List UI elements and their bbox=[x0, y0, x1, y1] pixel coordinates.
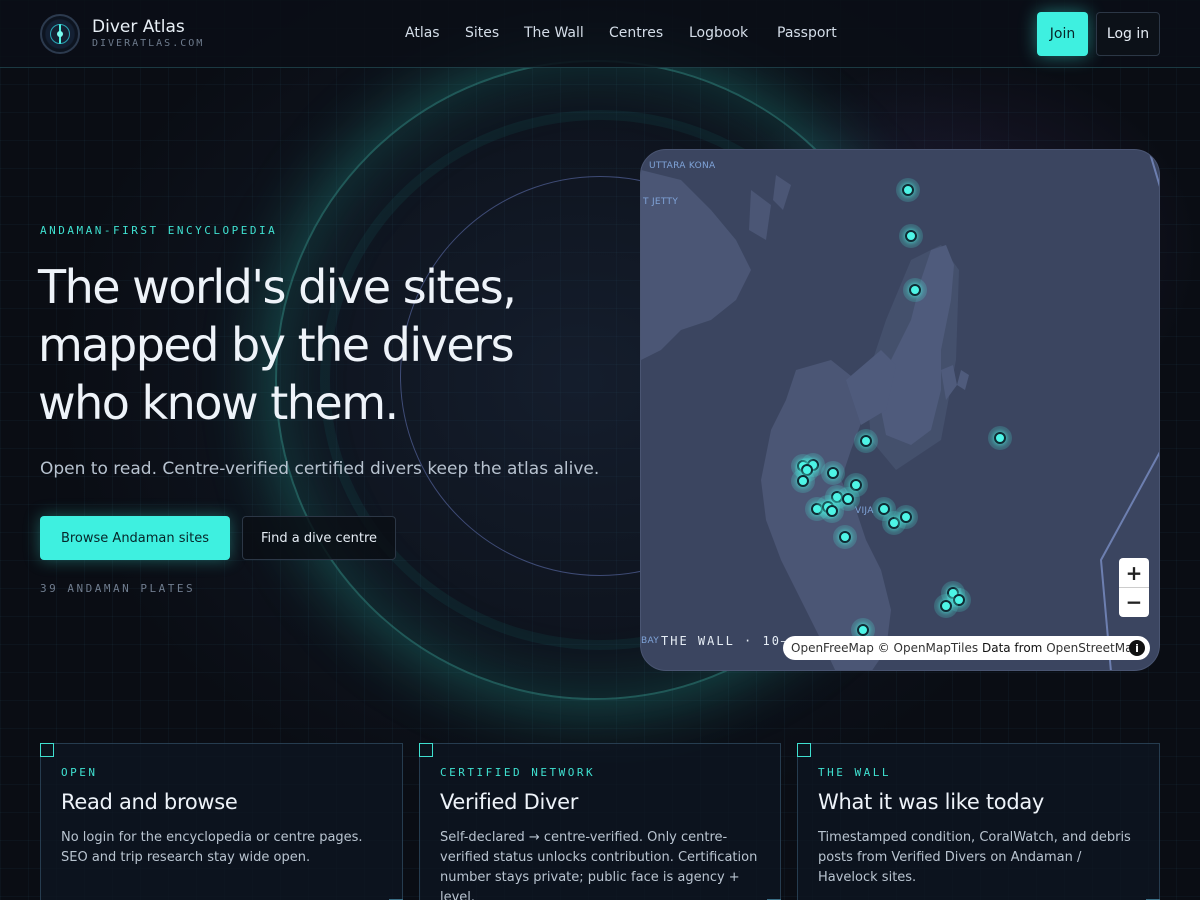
dive-site-map[interactable]: UTTARA KONA T JETTY VIJA BAY THE WALL · … bbox=[640, 149, 1160, 671]
card-corner-marker bbox=[419, 743, 433, 757]
map-label-jetty: T JETTY bbox=[643, 197, 679, 207]
card-title: Verified Diver bbox=[440, 790, 579, 814]
dive-site-marker[interactable] bbox=[791, 469, 815, 493]
nav-the-wall[interactable]: The Wall bbox=[524, 25, 584, 41]
dive-site-marker[interactable] bbox=[934, 594, 958, 618]
dive-site-marker[interactable] bbox=[894, 505, 918, 529]
map-label-vija: VIJA bbox=[855, 506, 874, 516]
card-body: No login for the encyclopedia or centre … bbox=[61, 830, 363, 865]
card-body: Self-declared → centre-verified. Only ce… bbox=[440, 830, 758, 900]
card-title: Read and browse bbox=[61, 790, 238, 814]
card-kicker: CERTIFIED NETWORK bbox=[440, 766, 596, 779]
hero-title-line-2: mapped by the divers bbox=[38, 318, 515, 372]
dive-site-marker[interactable] bbox=[833, 525, 857, 549]
info-icon[interactable]: i bbox=[1129, 640, 1145, 656]
login-button[interactable]: Log in bbox=[1096, 12, 1160, 56]
attribution-openfreemap-link[interactable]: OpenFreeMap bbox=[791, 641, 874, 655]
dive-site-marker[interactable] bbox=[820, 499, 844, 523]
dive-site-marker[interactable] bbox=[988, 426, 1012, 450]
browse-sites-button[interactable]: Browse Andaman sites bbox=[40, 516, 230, 560]
map-label-uttara-kona: UTTARA KONA bbox=[649, 161, 716, 171]
attribution-data-from: Data from bbox=[981, 641, 1043, 655]
card-title: What it was like today bbox=[818, 790, 1045, 814]
nav-centres[interactable]: Centres bbox=[609, 25, 663, 41]
brand-name[interactable]: Diver Atlas bbox=[92, 17, 185, 37]
card-corner-marker bbox=[40, 743, 54, 757]
nav-passport[interactable]: Passport bbox=[777, 25, 837, 41]
attribution-openmaptiles-link[interactable]: OpenMapTiles bbox=[894, 641, 979, 655]
feature-card-open: OPEN Read and browse No login for the en… bbox=[40, 743, 403, 900]
attribution-copyright: © bbox=[877, 641, 890, 655]
compass-logo-icon[interactable] bbox=[40, 14, 80, 54]
hero-eyebrow: ANDAMAN-FIRST ENCYCLOPEDIA bbox=[40, 224, 278, 237]
dive-site-marker[interactable] bbox=[899, 224, 923, 248]
hero-title-line-3: who know them. bbox=[38, 376, 399, 430]
zoom-in-button[interactable]: + bbox=[1119, 558, 1149, 587]
nav-atlas[interactable]: Atlas bbox=[405, 25, 440, 41]
site-header: Diver Atlas DIVERATLAS.COM Atlas Sites T… bbox=[0, 0, 1200, 68]
hero-title: The world's dive sites, mapped by the di… bbox=[38, 258, 598, 432]
zoom-control: + − bbox=[1119, 558, 1149, 617]
dive-site-marker[interactable] bbox=[854, 429, 878, 453]
dive-site-marker[interactable] bbox=[896, 178, 920, 202]
card-kicker: OPEN bbox=[61, 766, 98, 779]
attribution-openstreetmap-link[interactable]: OpenStreetMap bbox=[1046, 641, 1140, 655]
dive-site-marker[interactable] bbox=[903, 278, 927, 302]
map-label-bay: BAY bbox=[641, 636, 660, 646]
map-attribution: OpenFreeMap © OpenMapTiles Data from Ope… bbox=[783, 636, 1150, 660]
zoom-out-button[interactable]: − bbox=[1119, 587, 1149, 616]
join-button[interactable]: Join bbox=[1037, 12, 1088, 56]
card-corner-marker bbox=[797, 743, 811, 757]
feature-card-verified: CERTIFIED NETWORK Verified Diver Self-de… bbox=[419, 743, 781, 900]
nav-logbook[interactable]: Logbook bbox=[689, 25, 748, 41]
card-kicker: THE WALL bbox=[818, 766, 891, 779]
dive-site-marker[interactable] bbox=[821, 461, 845, 485]
find-centre-button[interactable]: Find a dive centre bbox=[242, 516, 396, 560]
brand-domain: DIVERATLAS.COM bbox=[92, 38, 205, 49]
hero-subtitle: Open to read. Centre-verified certified … bbox=[40, 459, 600, 479]
feature-card-wall: THE WALL What it was like today Timestam… bbox=[797, 743, 1160, 900]
card-body: Timestamped condition, CoralWatch, and d… bbox=[818, 830, 1131, 885]
nav-sites[interactable]: Sites bbox=[465, 25, 499, 41]
map-wall-caption: THE WALL · 10— bbox=[661, 634, 791, 648]
plates-count: 39 ANDAMAN PLATES bbox=[40, 582, 196, 595]
hero-title-line-1: The world's dive sites, bbox=[38, 260, 517, 314]
